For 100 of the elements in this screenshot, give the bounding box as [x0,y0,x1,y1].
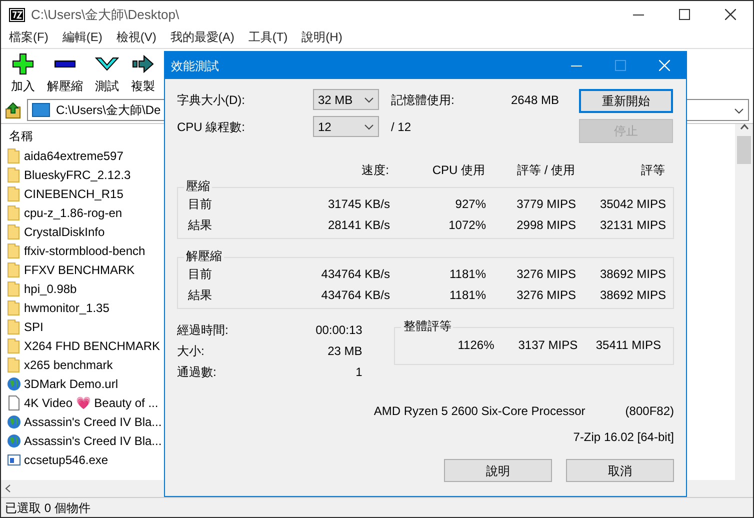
window-icon [7,452,21,468]
file-item[interactable]: SPI [1,317,44,336]
folder-icon [7,224,21,240]
result-value: 38692 MIPS [598,286,666,304]
row-label: 目前 [188,266,213,282]
folder-icon [7,338,21,354]
folder-icon [7,280,21,296]
stat-value: 00:00:13 [316,322,362,339]
menu-item[interactable]: 檢視(V) [116,28,156,48]
file-item[interactable]: BlueskyFRC_2.12.3 [1,165,131,184]
minus-icon [54,60,76,68]
cpu-name: AMD Ryzen 5 2600 Six-Core Processor [374,403,586,420]
cpu-id: (800F82) [625,403,674,420]
file-item[interactable]: ffxiv-stormblood-bench [1,241,146,260]
field-label: 記憶體使用: [391,92,456,108]
dialog-title: 效能測試 [171,58,219,74]
chevron-icon [95,57,119,71]
file-item[interactable]: Assassin's Creed IV Bla... [1,431,162,450]
toolbar-button[interactable]: 加入 [11,53,35,95]
file-item[interactable]: CrystalDiskInfo [1,222,105,241]
group-title: 整體評等 [402,320,452,332]
caret-icon[interactable] [734,108,744,114]
toolbar-button[interactable]: 解壓縮 [47,53,83,95]
dialog-button[interactable]: 說明 [444,459,552,482]
file-item[interactable]: X264 FHD BENCHMARK [1,336,160,355]
menu-item[interactable]: 檔案(F) [9,28,48,48]
row-label: 結果 [188,216,213,234]
result-value: 3276 MIPS [516,266,576,282]
field-value: / 12 [391,118,412,136]
result-value: 35042 MIPS [598,196,666,212]
file-item[interactable]: ccsetup546.exe [1,450,108,469]
globe-icon [7,376,21,392]
caret-icon [364,124,374,130]
folder-icon [7,356,21,372]
file-item[interactable]: 4K Video 💗 Beauty of ... [1,393,158,412]
file-item[interactable]: hpi_0.98b [1,279,77,298]
menu-item[interactable]: 說明(H) [302,28,342,48]
globe-icon [7,414,21,430]
file-item[interactable]: 3DMark Demo.url [1,374,118,393]
monitor-icon [32,103,50,117]
file-item[interactable]: cpu-z_1.86-rog-en [1,203,122,222]
up-folder-icon[interactable] [5,101,21,119]
version-text: 7-Zip 16.02 [64-bit] [573,429,674,446]
arrow-icon [132,55,154,73]
caret-icon [364,96,374,102]
close-icon[interactable] [724,9,736,20]
group-title: 壓縮 [185,180,211,192]
file-item[interactable]: FFXV BENCHMARK [1,260,135,279]
group-title: 解壓縮 [185,250,223,262]
result-value: 1072% [448,216,486,234]
field-label: 字典大小(D): [177,92,246,108]
result-value: 3137 MIPS [517,337,578,354]
file-item[interactable]: x265 benchmark [1,355,113,374]
result-value: 1126% [456,337,494,354]
folder-icon [7,318,21,334]
menu-item[interactable]: 工具(T) [248,28,288,48]
app-icon [9,8,25,22]
result-value: 1181% [448,286,486,304]
stat-label: 經過時間: [177,322,228,339]
result-value: 32131 MIPS [598,216,666,234]
menu-item[interactable]: 我的最愛(A) [170,28,234,48]
folder-icon [7,166,21,182]
menu-item[interactable]: 編輯(E) [62,28,102,48]
file-item[interactable]: CINEBENCH_R15 [1,184,124,203]
row-label: 結果 [188,286,213,304]
file-item[interactable]: hwmonitor_1.35 [1,298,110,317]
column-header: 評等 / 使用 [516,162,575,179]
result-value: 927% [454,196,486,212]
result-value: 3779 MIPS [516,196,576,212]
action-button[interactable]: 重新開始 [579,89,673,113]
file-item[interactable]: aida64extreme597 [1,146,124,165]
result-value: 35411 MIPS [594,337,661,354]
dropdown[interactable]: 32 MB [313,89,379,110]
stat-label: 大小: [177,343,204,360]
plus-icon [12,53,34,75]
stat-value: 1 [356,364,362,381]
globe-icon [7,432,21,448]
folder-icon [7,300,21,316]
folder-icon [7,186,21,202]
file-item[interactable]: Assassin's Creed IV Bla... [1,412,162,431]
result-value: 1181% [448,266,486,282]
scroll-thumb[interactable] [737,136,751,164]
scroll-up-icon[interactable] [740,124,748,130]
toolbar-button[interactable]: 測試 [95,53,119,95]
column-header: 速度: [360,162,389,179]
dialog-button[interactable]: 取消 [566,459,674,482]
dropdown[interactable]: 12 [313,116,379,137]
row-label: 目前 [188,196,213,212]
field-label: CPU 線程數: [177,118,246,136]
folder-icon [7,204,21,220]
field-value: 2648 MB [511,92,560,108]
toolbar-button[interactable]: 複製 [131,53,155,95]
column-header: CPU 使用 [431,162,485,179]
scroll-left-icon[interactable] [5,484,11,493]
result-value: 31745 KB/s [326,196,390,212]
folder-icon [7,148,21,164]
result-value: 434764 KB/s [320,266,390,282]
document-icon [7,394,21,410]
maximize-icon[interactable] [678,9,690,20]
result-value: 38692 MIPS [598,266,666,282]
